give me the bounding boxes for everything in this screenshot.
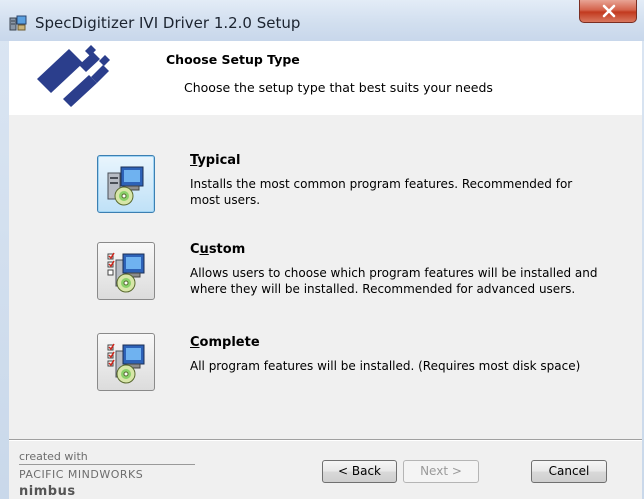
typical-setup-button[interactable] (97, 155, 155, 213)
page-title: Choose Setup Type (166, 52, 300, 67)
close-button[interactable] (579, 0, 637, 23)
custom-setup-button[interactable] (97, 242, 155, 300)
footer-divider-highlight (9, 440, 642, 441)
credit-underline (19, 464, 195, 465)
dialog-client-area: Choose Setup Type Choose the setup type … (9, 41, 642, 499)
typical-option-title[interactable]: Typical (190, 153, 241, 168)
window-title: SpecDigitizer IVI Driver 1.2.0 Setup (35, 14, 301, 32)
credit-company: PACIFIC MINDWORKS (19, 468, 144, 481)
credit-product: nimbus (19, 484, 76, 499)
complete-setup-icon (107, 343, 145, 384)
custom-option-description: Allows users to choose which program fea… (190, 266, 598, 296)
custom-setup-icon (107, 252, 145, 293)
complete-option-description: All program features will be installed. … (190, 359, 581, 373)
complete-option-title[interactable]: Complete (190, 335, 260, 350)
page-subtitle: Choose the setup type that best suits yo… (184, 80, 493, 95)
setup-window: SpecDigitizer IVI Driver 1.2.0 Setup Cho… (0, 0, 644, 499)
header-banner: Choose Setup Type Choose the setup type … (9, 41, 642, 115)
vendor-logo-icon (37, 45, 110, 107)
installer-app-icon (9, 15, 27, 31)
typical-setup-icon (107, 166, 144, 206)
title-bar[interactable]: SpecDigitizer IVI Driver 1.2.0 Setup (0, 0, 644, 41)
complete-setup-button[interactable] (97, 333, 155, 391)
custom-option-title[interactable]: Custom (190, 242, 245, 257)
close-icon (602, 4, 616, 18)
typical-option-description: Installs the most common program feature… (190, 177, 573, 207)
header-divider (9, 114, 642, 115)
cancel-button[interactable]: Cancel (531, 460, 607, 483)
credit-created-with: created with (19, 450, 88, 463)
next-button[interactable]: Next > (403, 460, 479, 483)
back-button[interactable]: < Back (322, 460, 397, 483)
